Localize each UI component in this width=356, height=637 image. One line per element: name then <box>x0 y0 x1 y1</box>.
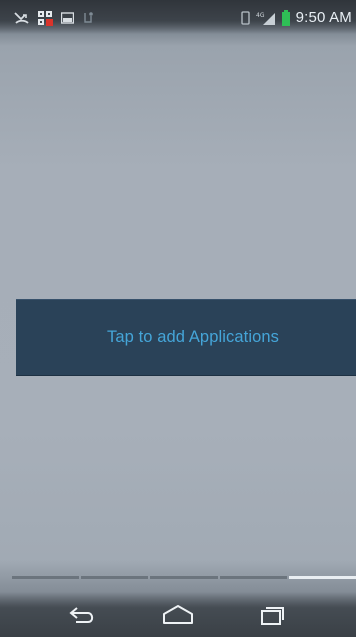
navigation-bar <box>0 592 356 637</box>
home-screen: 4G 9:50 AM Tap to add Applications <box>0 0 356 637</box>
usb-debug-icon <box>82 11 94 25</box>
back-icon <box>67 605 97 625</box>
recent-apps-icon <box>258 604 286 626</box>
back-button[interactable] <box>56 600 108 630</box>
page-indicator-4 <box>219 576 287 579</box>
page-indicator-5-active <box>288 576 356 579</box>
svg-text:4G: 4G <box>256 12 265 19</box>
status-bar: 4G 9:50 AM <box>0 0 356 34</box>
notification-icons <box>14 10 94 26</box>
qr-app-icon <box>38 10 53 26</box>
page-indicator <box>12 576 356 579</box>
missed-call-icon <box>14 11 30 25</box>
clock: 9:50 AM <box>295 9 352 26</box>
system-status-icons: 4G 9:50 AM <box>240 9 352 27</box>
page-indicator-3 <box>150 576 218 579</box>
recent-apps-button[interactable] <box>246 600 298 630</box>
photo-notification-icon <box>60 12 75 24</box>
add-applications-panel[interactable]: Tap to add Applications <box>16 299 356 376</box>
signal-icon: 4G <box>256 11 276 26</box>
vibrate-icon <box>240 11 250 25</box>
home-icon <box>161 604 195 626</box>
page-indicator-1 <box>12 576 80 579</box>
home-button[interactable] <box>152 600 204 630</box>
battery-icon <box>281 10 290 26</box>
page-indicator-2 <box>81 576 149 579</box>
add-applications-label: Tap to add Applications <box>106 328 279 346</box>
